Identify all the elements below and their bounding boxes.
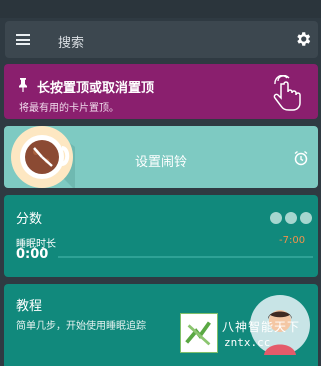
score-dots-indicator bbox=[270, 209, 316, 224]
watermark-domain: zntx.cc bbox=[224, 336, 271, 349]
pin-card-subtitle: 将最有用的卡片置顶。 bbox=[19, 103, 119, 114]
tutorial-subtitle: 简单几步，开始使用睡眠追踪 bbox=[16, 321, 146, 332]
hamburger-menu-icon[interactable] bbox=[16, 34, 30, 45]
pin-card-title: 长按置顶或取消置顶 bbox=[37, 81, 155, 96]
watermark: 八神智能天下 zntx.cc bbox=[180, 313, 310, 353]
alarm-clock-icon[interactable] bbox=[293, 150, 309, 166]
sleep-duration-delta: -7:00 bbox=[279, 235, 306, 246]
set-alarm-label[interactable]: 设置闹铃 bbox=[4, 151, 318, 170]
search-bar[interactable]: 搜索 bbox=[5, 21, 318, 58]
pin-icon bbox=[19, 78, 27, 92]
tutorial-title: 教程 bbox=[16, 299, 43, 314]
search-placeholder[interactable]: 搜索 bbox=[58, 32, 84, 51]
set-alarm-card[interactable]: 设置闹铃 bbox=[4, 126, 318, 188]
status-bar bbox=[0, 0, 321, 18]
sleep-duration-bar bbox=[58, 256, 313, 258]
hand-tap-icon bbox=[273, 75, 301, 111]
watermark-brand: 八神智能天下 bbox=[222, 320, 301, 334]
watermark-logo bbox=[180, 313, 218, 353]
sleep-duration-value: 0:00 bbox=[16, 247, 49, 262]
score-card[interactable]: 分数 睡眠时长 0:00 -7:00 bbox=[4, 195, 318, 277]
gear-icon[interactable] bbox=[294, 30, 312, 48]
score-title: 分数 bbox=[16, 212, 43, 227]
